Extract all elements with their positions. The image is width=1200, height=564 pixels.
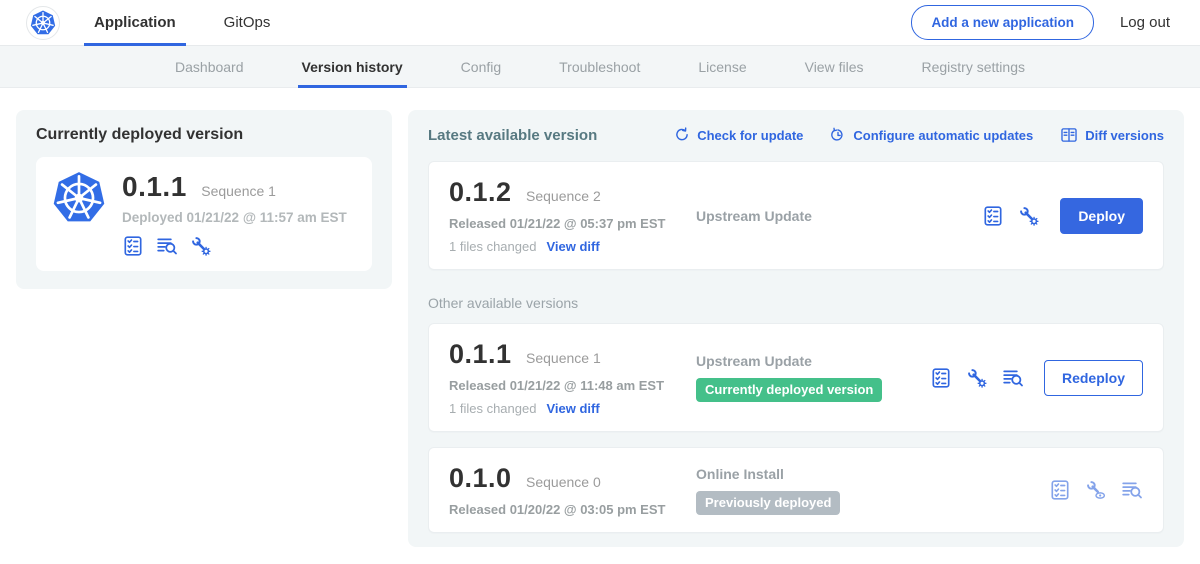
subnav-tab-dashboard[interactable]: Dashboard bbox=[175, 46, 244, 88]
view-files-icon[interactable] bbox=[156, 235, 178, 257]
version-source: Upstream Update bbox=[696, 353, 930, 369]
top-header: Application GitOps Add a new application… bbox=[0, 0, 1200, 46]
configure-automatic-updates-link[interactable]: Configure automatic updates bbox=[830, 127, 1033, 143]
view-files-icon[interactable] bbox=[1002, 367, 1024, 389]
logout-button[interactable]: Log out bbox=[1120, 14, 1170, 31]
configure-automatic-updates-label: Configure automatic updates bbox=[853, 128, 1033, 143]
version-row: 0.1.0 Sequence 0 bbox=[449, 463, 696, 494]
version-sequence: Sequence 0 bbox=[526, 474, 601, 490]
deployed-version-info: 0.1.1 Sequence 1 Deployed 01/21/22 @ 11:… bbox=[122, 171, 347, 257]
deployed-timestamp: Deployed 01/21/22 @ 11:57 am EST bbox=[122, 210, 347, 225]
version-actions: Deploy bbox=[982, 198, 1143, 234]
view-diff-link[interactable]: View diff bbox=[546, 401, 599, 416]
version-number: 0.1.2 bbox=[449, 177, 512, 207]
version-source-col: Online Install Previously deployed bbox=[696, 466, 1049, 515]
release-notes-icon[interactable] bbox=[930, 367, 952, 389]
released-timestamp: Released 01/21/22 @ 05:37 pm EST bbox=[449, 216, 696, 231]
tab-gitops[interactable]: GitOps bbox=[220, 0, 275, 46]
version-info: 0.1.0 Sequence 0 Released 01/20/22 @ 03:… bbox=[449, 463, 696, 517]
released-timestamp: Released 01/20/22 @ 03:05 pm EST bbox=[449, 502, 696, 517]
files-changed-label: 1 files changed bbox=[449, 239, 536, 254]
app-subnav: Dashboard Version history Config Trouble… bbox=[0, 46, 1200, 88]
released-timestamp: Released 01/21/22 @ 11:48 am EST bbox=[449, 378, 696, 393]
version-source: Upstream Update bbox=[696, 208, 982, 224]
diff-icon bbox=[1060, 126, 1078, 144]
files-changed-label: 1 files changed bbox=[449, 401, 536, 416]
version-row: 0.1.2 Sequence 2 bbox=[449, 177, 696, 208]
version-actions: Redeploy bbox=[930, 360, 1143, 396]
main-content: Currently deployed version 0.1.1 Sequenc… bbox=[0, 88, 1200, 547]
previously-deployed-badge: Previously deployed bbox=[696, 491, 840, 515]
available-versions-panel: Latest available version Check for updat… bbox=[408, 110, 1184, 547]
schedule-icon bbox=[830, 127, 846, 143]
latest-available-title: Latest available version bbox=[428, 127, 647, 144]
currently-deployed-badge: Currently deployed version bbox=[696, 378, 882, 402]
preflight-view-icon[interactable] bbox=[1085, 479, 1107, 501]
subnav-tab-license-label: License bbox=[698, 59, 746, 75]
version-row: 0.1.1 Sequence 1 bbox=[449, 339, 696, 370]
available-panel-header: Latest available version Check for updat… bbox=[428, 126, 1164, 144]
subnav-tab-view-files[interactable]: View files bbox=[805, 46, 864, 88]
files-changed-row: 1 files changed View diff bbox=[449, 401, 696, 416]
view-diff-link[interactable]: View diff bbox=[546, 239, 599, 254]
config-wrench-icon[interactable] bbox=[190, 235, 212, 257]
subnav-tab-registry-settings[interactable]: Registry settings bbox=[922, 46, 1025, 88]
deployed-version-number: 0.1.1 bbox=[122, 171, 187, 202]
tab-gitops-label: GitOps bbox=[224, 14, 271, 31]
refresh-icon bbox=[674, 127, 690, 143]
diff-versions-label: Diff versions bbox=[1085, 128, 1164, 143]
deployed-actions bbox=[122, 235, 347, 257]
subnav-tab-dashboard-label: Dashboard bbox=[175, 59, 244, 75]
release-notes-icon[interactable] bbox=[982, 205, 1004, 227]
tab-application[interactable]: Application bbox=[90, 0, 180, 46]
config-wrench-icon[interactable] bbox=[1018, 205, 1040, 227]
diff-versions-link[interactable]: Diff versions bbox=[1060, 126, 1164, 144]
version-info: 0.1.2 Sequence 2 Released 01/21/22 @ 05:… bbox=[449, 177, 696, 254]
version-card-0-1-0: 0.1.0 Sequence 0 Released 01/20/22 @ 03:… bbox=[428, 447, 1164, 533]
subnav-tab-config[interactable]: Config bbox=[461, 46, 501, 88]
add-application-button[interactable]: Add a new application bbox=[911, 5, 1094, 40]
deployed-sequence: Sequence 1 bbox=[201, 183, 276, 199]
kubernetes-logo bbox=[26, 6, 60, 40]
kubernetes-wheel-icon bbox=[30, 10, 56, 36]
redeploy-button[interactable]: Redeploy bbox=[1044, 360, 1143, 396]
version-number: 0.1.1 bbox=[449, 339, 512, 369]
version-source: Online Install bbox=[696, 466, 1049, 482]
tab-application-label: Application bbox=[94, 14, 176, 31]
subnav-tab-troubleshoot-label: Troubleshoot bbox=[559, 59, 640, 75]
subnav-tab-view-files-label: View files bbox=[805, 59, 864, 75]
files-changed-row: 1 files changed View diff bbox=[449, 239, 696, 254]
version-source-col: Upstream Update bbox=[696, 208, 982, 224]
kubernetes-app-icon bbox=[52, 171, 106, 225]
subnav-tab-license[interactable]: License bbox=[698, 46, 746, 88]
subnav-tab-version-history[interactable]: Version history bbox=[302, 46, 403, 88]
other-available-versions-title: Other available versions bbox=[428, 295, 1164, 311]
subnav-tab-version-history-label: Version history bbox=[302, 59, 403, 75]
deployed-version-row: 0.1.1 Sequence 1 bbox=[122, 171, 347, 203]
release-notes-icon[interactable] bbox=[122, 235, 144, 257]
deploy-button[interactable]: Deploy bbox=[1060, 198, 1143, 234]
version-sequence: Sequence 2 bbox=[526, 188, 601, 204]
check-for-update-label: Check for update bbox=[697, 128, 803, 143]
version-card-0-1-1: 0.1.1 Sequence 1 Released 01/21/22 @ 11:… bbox=[428, 323, 1164, 432]
config-wrench-icon[interactable] bbox=[966, 367, 988, 389]
version-card-0-1-2: 0.1.2 Sequence 2 Released 01/21/22 @ 05:… bbox=[428, 161, 1164, 270]
view-files-icon[interactable] bbox=[1121, 479, 1143, 501]
check-for-update-link[interactable]: Check for update bbox=[674, 127, 803, 143]
subnav-tab-registry-settings-label: Registry settings bbox=[922, 59, 1025, 75]
subnav-tab-troubleshoot[interactable]: Troubleshoot bbox=[559, 46, 640, 88]
release-notes-icon[interactable] bbox=[1049, 479, 1071, 501]
currently-deployed-title: Currently deployed version bbox=[36, 126, 372, 144]
version-info: 0.1.1 Sequence 1 Released 01/21/22 @ 11:… bbox=[449, 339, 696, 416]
currently-deployed-panel: Currently deployed version 0.1.1 Sequenc… bbox=[16, 110, 392, 289]
version-actions bbox=[1049, 479, 1143, 501]
version-number: 0.1.0 bbox=[449, 463, 512, 493]
currently-deployed-card: 0.1.1 Sequence 1 Deployed 01/21/22 @ 11:… bbox=[36, 157, 372, 271]
version-sequence: Sequence 1 bbox=[526, 350, 601, 366]
version-source-col: Upstream Update Currently deployed versi… bbox=[696, 353, 930, 402]
subnav-tab-config-label: Config bbox=[461, 59, 501, 75]
